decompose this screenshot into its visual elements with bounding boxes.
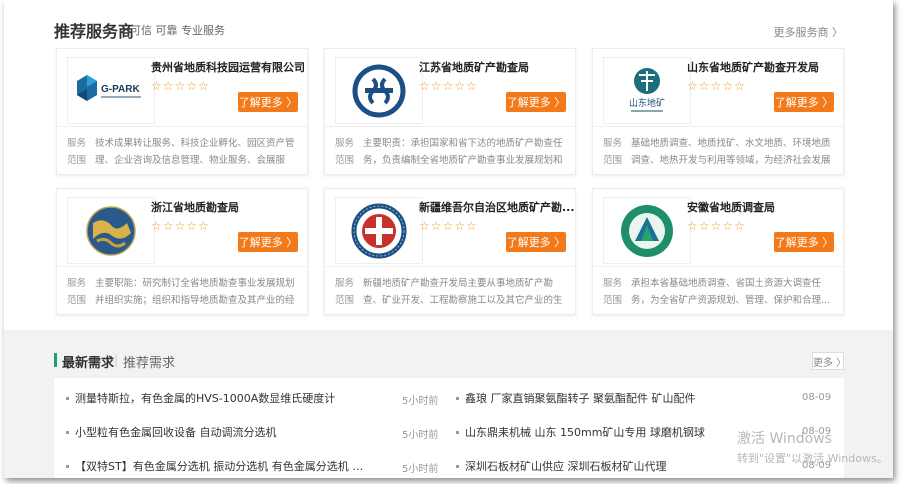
bullet-icon (456, 430, 459, 434)
provider-scope: 服务 范围 主要职能：研究制订全省地质勘查事业发展规划并组织实施；组织和指导地质… (57, 266, 307, 316)
provider-name[interactable]: 新疆维吾尔自治区地质矿产勘... (419, 199, 575, 215)
provider-logo[interactable] (335, 57, 423, 124)
shandong-geology-logo-icon: 山东地矿 (629, 67, 665, 112)
request-item[interactable]: 【双特ST】有色金属分选机 振动分选机 有色金属分选机 涡流机 ... (66, 456, 366, 476)
bullet-icon (66, 430, 69, 434)
provider-card: 新疆维吾尔自治区地质矿产勘... ☆☆☆☆☆ 了解更多 〉 服务 范围 新疆地质… (324, 188, 576, 315)
more-requests-button[interactable]: 更多 〉 (812, 352, 846, 370)
provider-name[interactable]: 山东省地质矿产勘查开发局 (687, 59, 843, 75)
windows-activation-watermark: 激活 Windows (737, 431, 832, 447)
provider-card: 安徽省地质调查局 ☆☆☆☆☆ 了解更多 〉 服务 范围 承担本省基础地质调查、省… (592, 188, 844, 315)
tab-latest-requests[interactable]: 最新需求 (62, 352, 114, 371)
scope-label: 服务 范围 (603, 138, 623, 166)
request-item[interactable]: 小型粒有色金属回收设备 自动调流分选机 (66, 422, 366, 442)
tab-recommended-requests[interactable]: 推荐需求 (123, 352, 175, 371)
learn-more-button[interactable]: 了解更多 〉 (774, 92, 834, 112)
request-title: 测量特斯拉，有色金属的HVS-1000A数显维氏硬度计 (75, 392, 336, 405)
request-item[interactable]: 鑫琅 厂家直销聚氨酯转子 聚氨酯配件 矿山配件 (456, 388, 776, 408)
request-item[interactable]: 山东鼎耒机械 山东 150mm矿山专用 球磨机钢球 (456, 422, 776, 442)
learn-more-button[interactable]: 了解更多 〉 (506, 232, 566, 252)
request-time: 08-09 (802, 392, 832, 403)
gpark-logo-icon: G-PARK (77, 74, 141, 101)
rating-stars: ☆☆☆☆☆ (151, 79, 210, 93)
scope-label: 服务 范围 (603, 278, 623, 306)
jiangsu-geology-logo-icon (352, 64, 406, 117)
scope-text: 技术成果转让服务、科技企业孵化、园区资产管理、企业咨询及信息管理、物业服务、会展… (95, 138, 295, 166)
provider-section: 推荐服务商 可信 可靠 专业服务 更多服务商 〉 G-PARK 贵州省地质科技园… (4, 0, 893, 330)
xinjiang-geology-logo-icon (351, 203, 407, 258)
learn-more-button[interactable]: 了解更多 〉 (238, 92, 298, 112)
scope-label: 服务 范围 (67, 278, 87, 306)
request-time: 5小时前 (402, 396, 439, 407)
provider-scope: 服务 范围 主要职责：承担国家和省下达的地质矿产勘查任务，负责编制全省地质矿产勘… (325, 126, 575, 176)
provider-logo[interactable] (603, 197, 691, 264)
scope-text: 主要职责：承担国家和省下达的地质矿产勘查任务，负责编制全省地质矿产勘查事业发展规… (363, 138, 563, 166)
bullet-icon (456, 396, 459, 400)
learn-more-button[interactable]: 了解更多 〉 (774, 232, 834, 252)
provider-logo[interactable]: 山东地矿 (603, 57, 691, 124)
provider-scope: 服务 范围 承担本省基础地质调查、省国土资源大调查任务，为全省矿产资源规划、管理… (593, 266, 843, 316)
section-subtitle: 可信 可靠 专业服务 (130, 24, 225, 37)
scope-text: 主要职能：研究制订全省地质勘查事业发展规划并组织实施；组织和指导地质勘查及其产业… (95, 278, 295, 306)
provider-name[interactable]: 贵州省地质科技园运营有限公司 (151, 59, 307, 75)
provider-name[interactable]: 安徽省地质调查局 (687, 199, 843, 215)
scope-text: 承担本省基础地质调查、省国土资源大调查任务，为全省矿产资源规划、管理、保护和合理… (631, 278, 831, 306)
page-frame: 推荐服务商 可信 可靠 专业服务 更多服务商 〉 G-PARK 贵州省地质科技园… (4, 0, 893, 478)
request-list-panel: 测量特斯拉，有色金属的HVS-1000A数显维氏硬度计 5小时前 小型粒有色金属… (54, 378, 844, 478)
learn-more-button[interactable]: 了解更多 〉 (238, 232, 298, 252)
provider-card: 山东地矿 山东省地质矿产勘查开发局 ☆☆☆☆☆ 了解更多 〉 服务 范围 基础地… (592, 48, 844, 175)
more-providers-link[interactable]: 更多服务商 〉 (774, 24, 844, 40)
rating-stars: ☆☆☆☆☆ (419, 219, 478, 233)
rating-stars: ☆☆☆☆☆ (687, 219, 746, 233)
scope-text: 新疆地质矿产勘查开发局主要从事地质矿产勘查、矿业开发、工程勘察施工以及其它产业的… (363, 278, 563, 306)
request-time: 5小时前 (402, 430, 439, 441)
section-accent-bar (54, 353, 57, 367)
request-title: 山东鼎耒机械 山东 150mm矿山专用 球磨机钢球 (465, 426, 705, 439)
scope-label: 服务 范围 (335, 278, 355, 306)
rating-stars: ☆☆☆☆☆ (151, 219, 210, 233)
rating-stars: ☆☆☆☆☆ (687, 79, 746, 93)
anhui-geology-logo-icon (621, 204, 673, 257)
request-title: 鑫琅 厂家直销聚氨酯转子 聚氨酯配件 矿山配件 (465, 392, 696, 405)
tab-separator: | (114, 353, 119, 367)
provider-card: 浙江省地质勘查局 ☆☆☆☆☆ 了解更多 〉 服务 范围 主要职能：研究制订全省地… (56, 188, 308, 315)
scope-label: 服务 范围 (67, 138, 87, 166)
provider-logo[interactable]: G-PARK (67, 57, 155, 124)
learn-more-button[interactable]: 了解更多 〉 (506, 92, 566, 112)
provider-name[interactable]: 江苏省地质矿产勘查局 (419, 59, 575, 75)
provider-scope: 服务 范围 基础地质调查、地质找矿、水文地质、环境地质调查、地热开发与利用等领域… (593, 126, 843, 176)
request-title: 【双特ST】有色金属分选机 振动分选机 有色金属分选机 涡流机 ... (75, 460, 366, 473)
request-item[interactable]: 测量特斯拉，有色金属的HVS-1000A数显维氏硬度计 (66, 388, 366, 408)
request-time: 5小时前 (402, 464, 439, 475)
request-title: 小型粒有色金属回收设备 自动调流分选机 (75, 426, 277, 439)
provider-name[interactable]: 浙江省地质勘查局 (151, 199, 307, 215)
windows-activation-hint: 转到"设置"以激活 Windows。 (737, 452, 888, 465)
request-title: 深圳石板材矿山供应 深圳石板材矿山代理 (465, 460, 667, 473)
bullet-icon (66, 464, 69, 468)
bullet-icon (66, 396, 69, 400)
scope-text: 基础地质调查、地质找矿、水文地质、环境地质调查、地热开发与利用等领域，为经济社会… (631, 138, 831, 166)
bullet-icon (456, 464, 459, 468)
provider-logo[interactable] (335, 197, 423, 264)
provider-scope: 服务 范围 技术成果转让服务、科技企业孵化、园区资产管理、企业咨询及信息管理、物… (57, 126, 307, 176)
provider-logo[interactable] (67, 197, 155, 264)
provider-scope: 服务 范围 新疆地质矿产勘查开发局主要从事地质矿产勘查、矿业开发、工程勘察施工以… (325, 266, 575, 316)
provider-card: G-PARK 贵州省地质科技园运营有限公司 ☆☆☆☆☆ 了解更多 〉 服务 范围… (56, 48, 308, 175)
logo-text: 山东地矿 (629, 97, 665, 109)
request-item[interactable]: 深圳石板材矿山供应 深圳石板材矿山代理 (456, 456, 776, 476)
zhejiang-globe-logo-icon (86, 205, 136, 256)
scope-label: 服务 范围 (335, 138, 355, 166)
rating-stars: ☆☆☆☆☆ (419, 79, 478, 93)
logo-text: G-PARK (101, 84, 140, 95)
provider-card: 江苏省地质矿产勘查局 ☆☆☆☆☆ 了解更多 〉 服务 范围 主要职责：承担国家和… (324, 48, 576, 175)
section-title: 推荐服务商 (54, 22, 135, 41)
